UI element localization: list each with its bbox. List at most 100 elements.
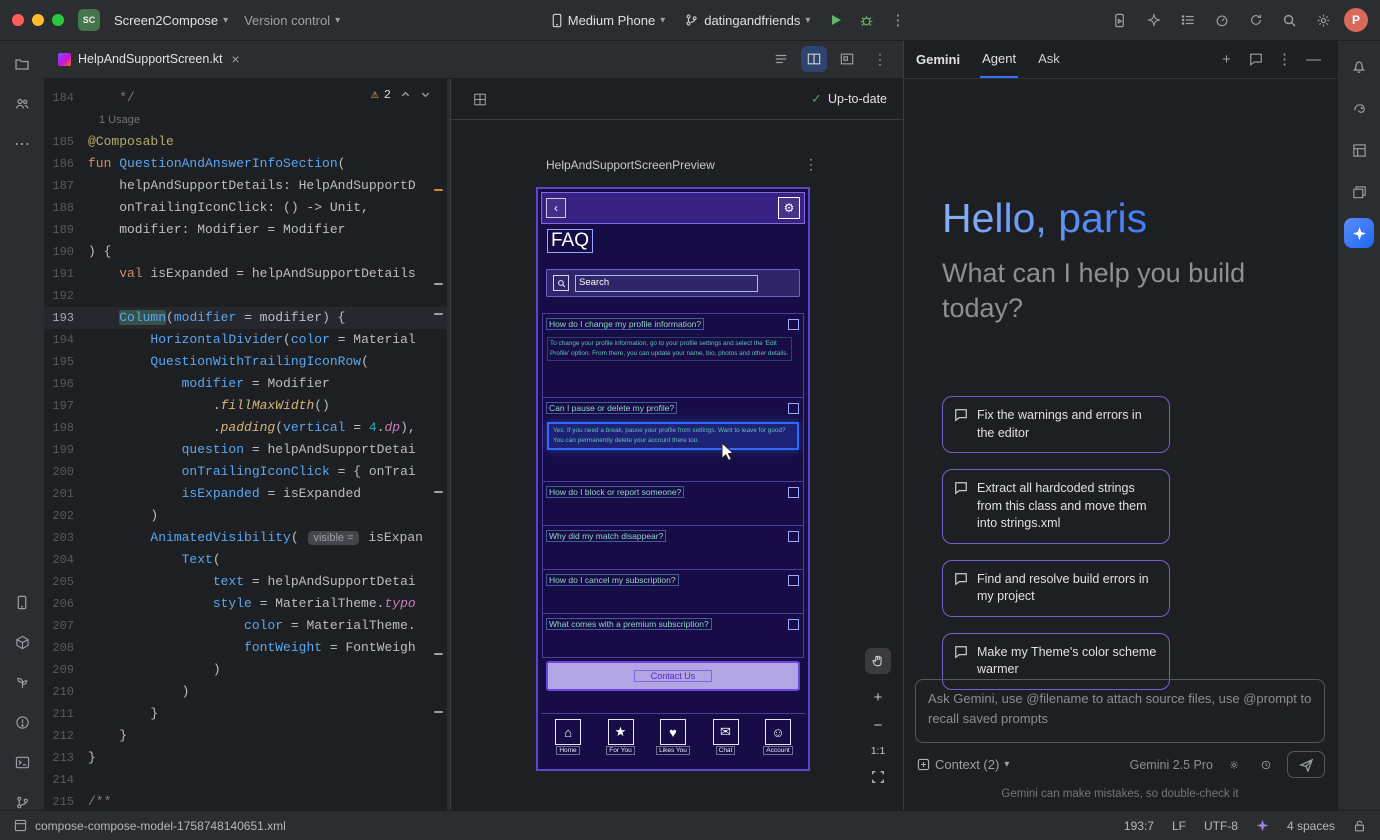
usage-inlay-hint[interactable]: 1 Usage: [44, 109, 447, 131]
hide-panel-button[interactable]: —: [1300, 46, 1327, 73]
expand-icon[interactable]: [788, 487, 799, 498]
code-line-190[interactable]: 190) {: [44, 241, 447, 263]
editor-options-kebab[interactable]: ⋮: [867, 46, 893, 72]
contact-us-button[interactable]: Contact Us: [546, 661, 800, 691]
debug-button[interactable]: [853, 7, 880, 34]
zoom-in-button[interactable]: +: [865, 684, 891, 710]
scrollbar-warning-mark[interactable]: [434, 189, 443, 191]
code-line-189[interactable]: 189 modifier: Modifier = Modifier: [44, 219, 447, 241]
vcs-selector[interactable]: Version control ▾: [236, 9, 348, 32]
code-editor[interactable]: 184 */1 Usage185@Composable186fun Questi…: [44, 79, 447, 810]
gemini-toggle-button[interactable]: [1344, 218, 1374, 248]
scrollbar-change-mark[interactable]: [434, 313, 443, 315]
design-preview-phone[interactable]: ‹ ⚙ FAQ Search How do I change my profil…: [536, 187, 810, 771]
lock-icon[interactable]: [1353, 819, 1366, 833]
search-input[interactable]: Search: [575, 275, 758, 292]
code-line-205[interactable]: 205 text = helpAndSupportDetai: [44, 571, 447, 593]
gemini-suggestion-card[interactable]: Fix the warnings and errors in the edito…: [942, 396, 1170, 453]
back-button[interactable]: ‹: [546, 198, 566, 218]
code-line-206[interactable]: 206 style = MaterialTheme.typo: [44, 593, 447, 615]
preview-top-app-bar[interactable]: ‹ ⚙: [541, 192, 805, 224]
faq-title[interactable]: FAQ: [547, 229, 593, 253]
faq-item[interactable]: How do I block or report someone?: [543, 481, 803, 525]
pan-tool-button[interactable]: [865, 648, 891, 674]
pull-requests-tool-button[interactable]: [6, 88, 38, 120]
chat-history-button[interactable]: [1242, 46, 1269, 73]
preview-layout-button[interactable]: [467, 86, 493, 112]
build-tool-button[interactable]: [6, 626, 38, 658]
device-manager-button[interactable]: [1106, 7, 1133, 34]
indent-style[interactable]: 4 spaces: [1287, 819, 1335, 833]
code-line-196[interactable]: 196 modifier = Modifier: [44, 373, 447, 395]
nav-item-likes-you[interactable]: ♥Likes You: [648, 719, 698, 769]
running-devices-tool-button[interactable]: [6, 586, 38, 618]
gemini-prompt-input[interactable]: Ask Gemini, use @filename to attach sour…: [915, 679, 1325, 743]
expand-icon[interactable]: [788, 619, 799, 630]
preview-options-kebab[interactable]: ⋮: [804, 156, 818, 173]
expand-icon[interactable]: [788, 319, 799, 330]
search-everywhere-button[interactable]: [1276, 7, 1303, 34]
code-line-193[interactable]: 193 Column(modifier = modifier) {: [44, 307, 447, 329]
task-list-button[interactable]: [1174, 7, 1201, 34]
run-button[interactable]: [822, 7, 849, 34]
code-line-198[interactable]: 198 .padding(vertical = 4.dp),: [44, 417, 447, 439]
new-chat-button[interactable]: +: [1213, 46, 1240, 73]
code-line-215[interactable]: 215/**: [44, 791, 447, 810]
more-tools-button[interactable]: ⋯: [6, 128, 38, 160]
faq-item[interactable]: Can I pause or delete my profile?Yes. If…: [543, 397, 803, 481]
close-window-button[interactable]: [12, 14, 24, 26]
zoom-out-button[interactable]: −: [865, 712, 891, 738]
preview-canvas[interactable]: HelpAndSupportScreenPreview ⋮ ‹ ⚙ FAQ Se…: [451, 120, 903, 810]
ai-spark-icon[interactable]: [1256, 819, 1269, 832]
expand-icon[interactable]: [788, 531, 799, 542]
code-line-188[interactable]: 188 onTrailingIconClick: () -> Unit,: [44, 197, 447, 219]
file-encoding[interactable]: UTF-8: [1204, 819, 1238, 833]
code-line-203[interactable]: 203 AnimatedVisibility( visible = isExpa…: [44, 527, 447, 549]
faq-item[interactable]: Why did my match disappear?: [543, 525, 803, 569]
zoom-ratio-button[interactable]: 1:1: [871, 740, 886, 762]
scrollbar-change-mark[interactable]: [434, 653, 443, 655]
code-line-200[interactable]: 200 onTrailingIconClick = { onTrai: [44, 461, 447, 483]
zoom-to-fit-button[interactable]: [865, 764, 891, 790]
user-avatar[interactable]: P: [1344, 8, 1368, 32]
code-line-207[interactable]: 207 color = MaterialTheme.: [44, 615, 447, 637]
gemini-suggestion-card[interactable]: Find and resolve build errors in my proj…: [942, 560, 1170, 617]
more-run-actions-button[interactable]: ⋮: [884, 7, 911, 34]
gemini-settings-button[interactable]: [1223, 754, 1245, 776]
code-line-192[interactable]: 192: [44, 285, 447, 307]
code-line-202[interactable]: 202 ): [44, 505, 447, 527]
scrollbar-change-mark[interactable]: [434, 711, 443, 713]
resource-manager-button[interactable]: [1343, 176, 1375, 208]
minimize-window-button[interactable]: [32, 14, 44, 26]
faq-item[interactable]: How do I change my profile information?T…: [543, 313, 803, 397]
branch-selector[interactable]: datingandfriends ▾: [677, 9, 818, 32]
code-line-210[interactable]: 210 ): [44, 681, 447, 703]
code-line-211[interactable]: 211 }: [44, 703, 447, 725]
code-line-195[interactable]: 195 QuestionWithTrailingIconRow(: [44, 351, 447, 373]
problems-tool-button[interactable]: [6, 706, 38, 738]
fullscreen-window-button[interactable]: [52, 14, 64, 26]
code-line-201[interactable]: 201 isExpanded = isExpanded: [44, 483, 447, 505]
app-insights-tool-button[interactable]: [6, 666, 38, 698]
notifications-button[interactable]: [1343, 50, 1375, 82]
scrollbar-change-mark[interactable]: [434, 491, 443, 493]
project-tool-button[interactable]: [6, 48, 38, 80]
code-line-197[interactable]: 197 .fillMaxWidth(): [44, 395, 447, 417]
project-selector[interactable]: Screen2Compose ▾: [106, 9, 236, 32]
terminal-tool-button[interactable]: [6, 746, 38, 778]
scrollbar-change-mark[interactable]: [434, 283, 443, 285]
code-line-208[interactable]: 208 fontWeight = FontWeigh: [44, 637, 447, 659]
inspections-widget[interactable]: ⚠ 2: [371, 87, 431, 102]
layout-inspector-button[interactable]: [1343, 134, 1375, 166]
model-label[interactable]: Gemini 2.5 Pro: [1130, 758, 1213, 772]
code-line-209[interactable]: 209 ): [44, 659, 447, 681]
send-prompt-button[interactable]: [1287, 751, 1325, 778]
expand-icon[interactable]: [788, 403, 799, 414]
close-tab-icon[interactable]: ×: [232, 51, 240, 67]
code-line-186[interactable]: 186fun QuestionAndAnswerInfoSection(: [44, 153, 447, 175]
design-view-button[interactable]: [834, 46, 860, 72]
code-line-213[interactable]: 213}: [44, 747, 447, 769]
split-view-button[interactable]: [801, 46, 827, 72]
previous-warning-icon[interactable]: [400, 89, 411, 100]
gemini-suggestion-card[interactable]: Extract all hardcoded strings from this …: [942, 469, 1170, 544]
